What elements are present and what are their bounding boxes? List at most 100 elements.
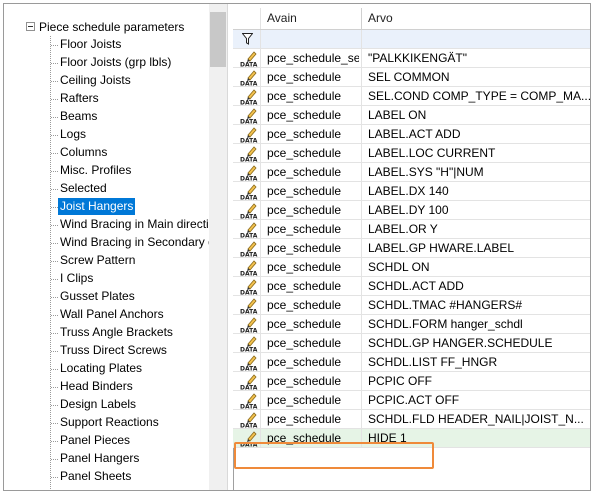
tree-item[interactable]: Wall Panel Anchors <box>4 306 209 324</box>
key-cell[interactable]: pce_schedule <box>267 315 359 333</box>
key-cell[interactable]: pce_schedule <box>267 296 359 314</box>
tree-item[interactable]: Floor Joists <box>4 36 209 54</box>
value-cell[interactable]: SCHDL.FORM hanger_schdl <box>368 315 590 333</box>
filter-key-cell[interactable] <box>267 30 359 48</box>
table-row[interactable]: DATA pce_schedule PCPIC OFF <box>233 372 590 392</box>
tree-scrollbar[interactable] <box>209 4 228 490</box>
tree-item[interactable]: Joist Hangers <box>4 198 209 216</box>
value-cell[interactable]: SCHDL.LIST FF_HNGR <box>368 353 590 371</box>
table-row[interactable]: DATA pce_schedule SCHDL.GP HANGER.SCHEDULE <box>233 334 590 354</box>
tree-item[interactable]: I Clips <box>4 270 209 288</box>
table-row[interactable]: DATA pce_schedule LABEL.DY 100 <box>233 201 590 221</box>
data-pencil-icon: DATA <box>240 183 258 202</box>
scrollbar-thumb[interactable] <box>210 12 226 67</box>
row-gutter: DATA <box>233 182 261 202</box>
table-row[interactable]: DATA pce_schedule LABEL.ACT ADD <box>233 125 590 145</box>
value-cell[interactable]: LABEL.DX 140 <box>368 182 590 200</box>
tree-item[interactable]: Floor Joists (grp lbls) <box>4 54 209 72</box>
table-row[interactable]: DATA pce_schedule LABEL.LOC CURRENT <box>233 144 590 164</box>
table-row[interactable]: DATA pce_schedule PCPIC.ACT OFF <box>233 391 590 411</box>
key-cell[interactable]: pce_schedule <box>267 201 359 219</box>
key-cell[interactable]: pce_schedule <box>267 182 359 200</box>
tree-item[interactable]: Truss Angle Brackets <box>4 324 209 342</box>
value-cell[interactable]: PCPIC OFF <box>368 372 590 390</box>
key-cell[interactable]: pce_schedule <box>267 220 359 238</box>
value-cell[interactable]: LABEL.ACT ADD <box>368 125 590 143</box>
column-header-key[interactable]: Avain <box>267 8 359 29</box>
value-cell[interactable]: "PALKKIKENGÄT" <box>368 49 590 67</box>
tree-item[interactable]: Beams <box>4 108 209 126</box>
value-cell[interactable]: LABEL ON <box>368 106 590 124</box>
key-cell[interactable]: pce_schedule <box>267 277 359 295</box>
tree-item[interactable]: Gusset Plates <box>4 288 209 306</box>
tree-connector <box>51 261 58 262</box>
table-row[interactable]: DATA pce_schedule SCHDL.TMAC #HANGERS# <box>233 296 590 316</box>
table-row[interactable]: DATA pce_schedule LABEL ON <box>233 106 590 126</box>
value-cell[interactable]: LABEL.SYS "H"|NUM <box>368 163 590 181</box>
column-separator[interactable] <box>361 8 362 29</box>
table-row[interactable]: DATA pce_schedule SCHDL.FLD HEADER_NAIL|JO… <box>233 410 590 430</box>
value-cell[interactable]: SCHDL ON <box>368 258 590 276</box>
funnel-icon[interactable] <box>242 33 253 45</box>
key-cell[interactable]: pce_schedule <box>267 68 359 86</box>
value-cell[interactable]: LABEL.OR Y <box>368 220 590 238</box>
table-row[interactable]: DATA pce_schedule_set "PALKKIKENGÄT" <box>233 49 590 69</box>
key-cell[interactable]: pce_schedule <box>267 353 359 371</box>
value-cell[interactable]: LABEL.LOC CURRENT <box>368 144 590 162</box>
key-cell[interactable]: pce_schedule_set <box>267 49 359 67</box>
key-cell[interactable]: pce_schedule <box>267 334 359 352</box>
tree-item[interactable]: Misc. Profiles <box>4 162 209 180</box>
value-cell[interactable]: SEL COMMON <box>368 68 590 86</box>
tree-item[interactable]: Support Reactions <box>4 414 209 432</box>
value-cell[interactable]: PCPIC.ACT OFF <box>368 391 590 409</box>
tree-item[interactable]: Panel Hangers <box>4 450 209 468</box>
value-cell[interactable]: SEL.COND COMP_TYPE = COMP_MA... <box>368 87 590 105</box>
key-cell[interactable]: pce_schedule <box>267 239 359 257</box>
value-cell[interactable]: LABEL.GP HWARE.LABEL <box>368 239 590 257</box>
table-row[interactable]: DATA pce_schedule LABEL.OR Y <box>233 220 590 240</box>
value-cell[interactable]: SCHDL.ACT ADD <box>368 277 590 295</box>
tree-item[interactable]: Panel Pieces <box>4 432 209 450</box>
value-cell[interactable]: SCHDL.TMAC #HANGERS# <box>368 296 590 314</box>
table-row[interactable]: DATA pce_schedule SEL COMMON <box>233 68 590 88</box>
value-cell[interactable]: SCHDL.GP HANGER.SCHEDULE <box>368 334 590 352</box>
tree-item[interactable]: Screw Pattern <box>4 252 209 270</box>
tree-root-label[interactable]: Piece schedule parameters <box>39 18 184 36</box>
tree-item[interactable]: Design Labels <box>4 396 209 414</box>
key-cell[interactable]: pce_schedule <box>267 163 359 181</box>
table-row[interactable]: DATA pce_schedule SCHDL.ACT ADD <box>233 277 590 297</box>
filter-row[interactable] <box>233 30 590 49</box>
table-row[interactable]: DATA pce_schedule LABEL.GP HWARE.LABEL <box>233 239 590 259</box>
tree-item[interactable]: Wind Bracing in Main directi <box>4 216 209 234</box>
collapse-icon[interactable] <box>26 22 35 31</box>
tree-item[interactable]: Columns <box>4 144 209 162</box>
tree-item[interactable]: Panel Sheets <box>4 468 209 486</box>
value-cell[interactable]: LABEL.DY 100 <box>368 201 590 219</box>
tree-item[interactable]: Head Binders <box>4 378 209 396</box>
table-row[interactable]: DATA pce_schedule SCHDL ON <box>233 258 590 278</box>
key-cell[interactable]: pce_schedule <box>267 87 359 105</box>
key-cell[interactable]: pce_schedule <box>267 106 359 124</box>
key-cell[interactable]: pce_schedule <box>267 125 359 143</box>
key-cell[interactable]: pce_schedule <box>267 372 359 390</box>
tree-item[interactable]: Wind Bracing in Secondary d <box>4 234 209 252</box>
key-cell[interactable]: pce_schedule <box>267 410 359 428</box>
tree-item[interactable]: Ceiling Joists <box>4 72 209 90</box>
value-cell[interactable]: SCHDL.FLD HEADER_NAIL|JOIST_N... <box>368 410 590 428</box>
key-cell[interactable]: pce_schedule <box>267 258 359 276</box>
column-header-value[interactable]: Arvo <box>368 8 590 29</box>
key-cell[interactable]: pce_schedule <box>267 391 359 409</box>
tree-item[interactable]: Locating Plates <box>4 360 209 378</box>
table-row[interactable]: DATA pce_schedule LABEL.SYS "H"|NUM <box>233 163 590 183</box>
filter-value-cell[interactable] <box>368 30 590 48</box>
table-row[interactable]: DATA pce_schedule SEL.COND COMP_TYPE = COM… <box>233 87 590 107</box>
table-row[interactable]: DATA pce_schedule SCHDL.FORM hanger_schdl <box>233 315 590 335</box>
tree-item[interactable]: Rafters <box>4 90 209 108</box>
tree-item[interactable]: Truss Direct Screws <box>4 342 209 360</box>
tree-item[interactable]: Logs <box>4 126 209 144</box>
tree-items: Floor Joists Floor Joists (grp lbls) Ceili… <box>4 36 209 486</box>
table-row[interactable]: DATA pce_schedule SCHDL.LIST FF_HNGR <box>233 353 590 373</box>
table-row[interactable]: DATA pce_schedule LABEL.DX 140 <box>233 182 590 202</box>
key-cell[interactable]: pce_schedule <box>267 144 359 162</box>
tree-item[interactable]: Selected <box>4 180 209 198</box>
